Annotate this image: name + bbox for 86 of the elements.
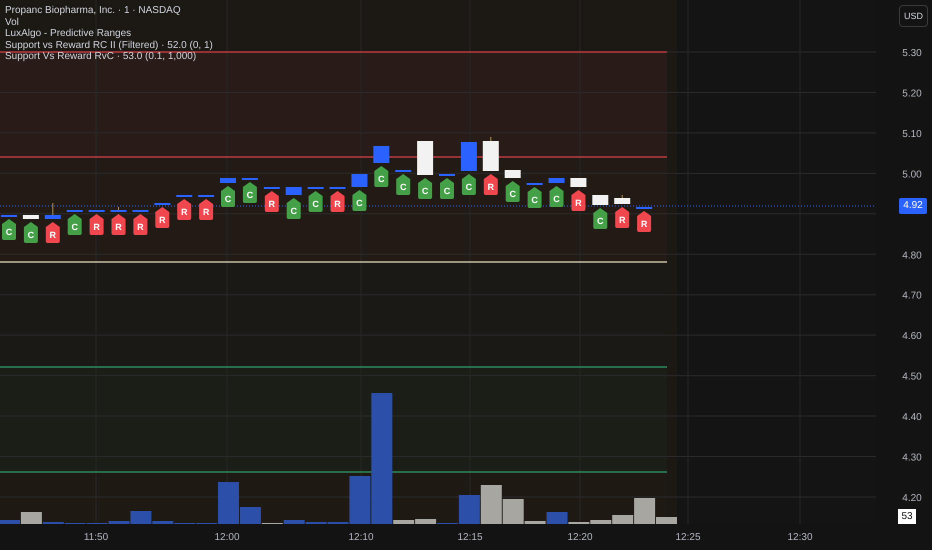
signal-marker-tag: R (46, 222, 60, 243)
last-price-badge: 4.92 (899, 198, 927, 214)
candle (264, 186, 280, 189)
candle (176, 194, 192, 197)
candle (460, 142, 477, 172)
signal-marker-tag: R (112, 214, 126, 235)
price-axis-label: 4.80 (902, 250, 922, 262)
candle (636, 206, 652, 209)
signal-marker-tag: C (242, 182, 257, 203)
time-axis-label: 12:20 (567, 532, 593, 543)
price-axis-label: 4.60 (902, 331, 922, 342)
signal-marker-tag: R (155, 207, 170, 228)
signal-marker-tag: R (330, 191, 344, 212)
candle (614, 194, 630, 204)
legend-line: LuxAlgo - Predictive Ranges (5, 28, 132, 40)
signal-marker-tag: C (418, 178, 432, 199)
candle (482, 136, 499, 172)
candle (132, 210, 148, 212)
price-axis-label: 5.30 (902, 48, 922, 59)
candle (504, 170, 521, 178)
signal-marker-tag: C (550, 186, 564, 207)
candle (330, 186, 346, 189)
time-axis-label: 12:00 (214, 532, 240, 543)
candle (548, 178, 564, 184)
candle (308, 186, 324, 189)
signal-marker-tag: C (68, 214, 82, 235)
signal-marker-tag: R (264, 191, 279, 212)
time-axis-label: 12:10 (348, 532, 374, 543)
signal-marker-tag: R (615, 207, 630, 228)
candle (88, 210, 105, 212)
signal-marker-tag: R (133, 214, 148, 235)
signal-marker-tag: R (484, 174, 498, 195)
signal-marker-tag: C (462, 174, 476, 195)
signal-marker-tag: R (90, 214, 104, 235)
signal-marker-tag: R (637, 211, 652, 232)
candle (154, 202, 170, 205)
candle (110, 206, 126, 212)
candle (242, 178, 258, 180)
signal-marker-tag: R (177, 199, 192, 220)
price-axis-label: 5.20 (902, 88, 922, 100)
price-axis-label: 5.00 (902, 169, 922, 180)
signal-marker-tag: C (593, 208, 608, 229)
price-axis-label: 4.70 (902, 290, 922, 302)
candle (44, 202, 61, 220)
candle (439, 174, 455, 176)
signal-marker-tag: C (528, 187, 542, 208)
signal-marker-tag: C (440, 178, 454, 199)
signal-marker-tag: C (506, 181, 520, 202)
candle (570, 178, 586, 188)
signal-marker-tag: C (2, 219, 16, 240)
signal-marker-tag: C (374, 166, 388, 187)
candle (22, 214, 39, 220)
price-axis-label: 5.10 (902, 128, 922, 140)
time-axis-label: 12:30 (787, 532, 813, 543)
price-axis-label: 4.20 (902, 492, 922, 504)
price-axis-label: 4.30 (902, 452, 922, 464)
candle (395, 170, 412, 172)
legend-line: Support vs Reward RC II (Filtered) · 52.0 (0, 1) (5, 40, 213, 52)
signal-marker-tag: C (396, 174, 410, 195)
currency-button[interactable]: USD (899, 5, 928, 27)
candle (66, 210, 83, 212)
volume-value-badge: 53 (898, 509, 916, 524)
candle (198, 194, 214, 197)
price-axis-label: 4.40 (902, 412, 922, 424)
candle (592, 194, 608, 206)
candle (373, 146, 390, 164)
time-axis-label: 12:15 (457, 532, 483, 543)
time-axis-label: 11:50 (84, 532, 108, 543)
candle (1, 214, 17, 217)
signal-marker-tag: C (352, 190, 366, 211)
legend-line: Support Vs Reward RvC · 53.0 (0.1, 1,000) (5, 51, 198, 63)
signal-marker-tag: C (24, 222, 38, 243)
time-axis-label: 12:25 (675, 532, 701, 543)
candle (417, 140, 434, 176)
price-axis-label: 4.50 (902, 372, 922, 383)
candle (286, 186, 302, 196)
signal-marker-tag: C (308, 191, 323, 212)
signal-marker-tag: C (221, 186, 235, 207)
legend-line: Vol (5, 16, 20, 28)
candle (351, 174, 368, 188)
signal-marker-tag: R (571, 190, 586, 211)
candle (220, 178, 236, 184)
legend-line: Propanc Biopharma, Inc. · 1 · NASDAQ (5, 5, 182, 17)
signal-marker-tag: C (286, 198, 301, 219)
candle (526, 182, 543, 185)
signal-marker-tag: R (199, 199, 214, 220)
